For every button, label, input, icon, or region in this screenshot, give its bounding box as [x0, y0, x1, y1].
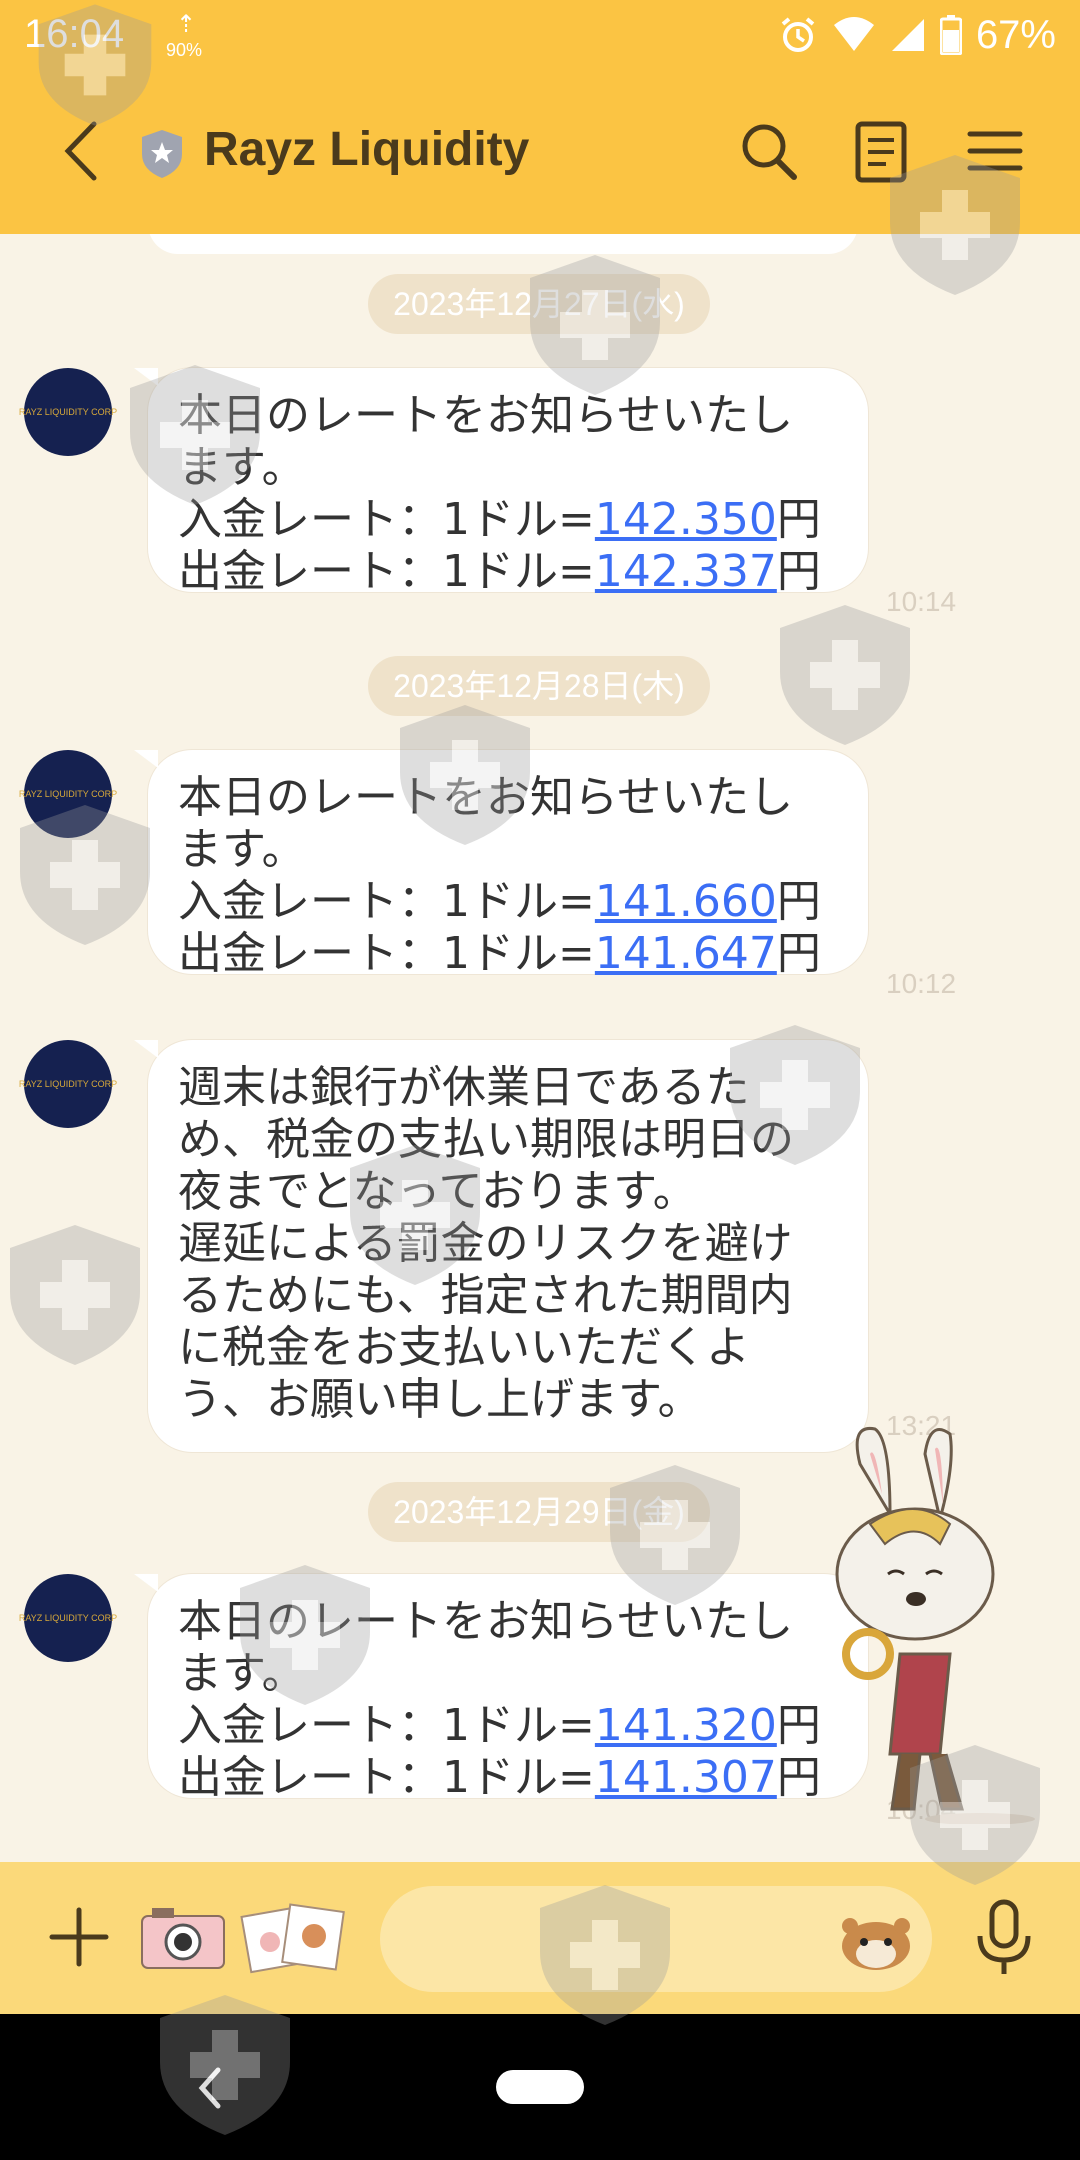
message-line: め、税金の支払い期限は明日の — [178, 1114, 794, 1165]
message-line: う、お願い申し上げます。 — [178, 1374, 702, 1425]
status-bar: 16:04 ⇡ 90% 67% — [0, 0, 1080, 72]
message-line: 本日のレートをお知らせいたし — [178, 390, 794, 441]
microphone-icon[interactable] — [968, 1898, 1040, 1978]
withdraw-rate-line: 出金レート：1ドル=141.647円 — [178, 928, 838, 980]
deposit-rate-link[interactable]: 141.660 — [595, 876, 777, 927]
avatar[interactable]: RAYZ LIQUIDITY CORP — [19, 750, 117, 838]
withdraw-rate-line: 出金レート：1ドル=142.337円 — [178, 546, 838, 598]
message-line: ます。 — [178, 824, 306, 875]
yen-label: 円 — [776, 1700, 821, 1751]
message-line: 週末は銀行が休業日であるた — [178, 1062, 750, 1113]
avatar-label: RAYZ LIQUIDITY CORP — [18, 1613, 118, 1623]
yen-label: 円 — [776, 1752, 821, 1803]
deposit-label: 入金レート：1ドル= — [178, 876, 595, 927]
message-line: ます。 — [178, 442, 306, 493]
yen-label: 円 — [776, 546, 821, 597]
wifi-icon — [833, 17, 874, 51]
withdraw-rate-link[interactable]: 141.307 — [595, 1752, 777, 1803]
chat-header: Rayz Liquidity — [0, 72, 1080, 234]
alarm-icon — [781, 17, 815, 52]
message-line: ます。 — [178, 1648, 306, 1699]
deposit-rate-line: 入金レート：1ドル=142.350円 — [178, 494, 838, 546]
deposit-label: 入金レート：1ドル= — [178, 494, 595, 545]
hamster-sticker-icon[interactable] — [838, 1908, 914, 1972]
chat-messages[interactable]: 2023年12月27日(水) RAYZ LIQUIDITY CORP 本日のレー… — [0, 234, 1080, 1862]
avatar-label: RAYZ LIQUIDITY CORP — [18, 1079, 118, 1089]
photo-album-icon[interactable] — [238, 1902, 348, 1974]
search-icon[interactable] — [736, 116, 802, 186]
deposit-rate-line: 入金レート：1ドル=141.660円 — [178, 876, 838, 928]
message-bubble[interactable]: 週末は銀行が休業日であるた め、税金の支払い期限は明日の 夜までとなっております… — [134, 1040, 868, 1452]
hamburger-menu-icon[interactable] — [962, 116, 1028, 186]
previous-message-bubble — [148, 234, 858, 254]
rabbit-sticker-icon[interactable] — [830, 1424, 1040, 1824]
message-line: るためにも、指定された期間内 — [178, 1270, 793, 1321]
date-separator: 2023年12月28日(木) — [368, 656, 710, 716]
system-navigation-bar — [0, 2014, 1080, 2160]
deposit-rate-line: 入金レート：1ドル=141.320円 — [178, 1700, 838, 1752]
deposit-rate-link[interactable]: 141.320 — [595, 1700, 777, 1751]
avatar-label: RAYZ LIQUIDITY CORP — [18, 407, 118, 417]
status-time: 16:04 — [24, 12, 125, 56]
deposit-rate-link[interactable]: 142.350 — [595, 494, 777, 545]
plus-icon[interactable] — [46, 1902, 112, 1972]
withdraw-rate-link[interactable]: 142.337 — [595, 546, 777, 597]
yen-label: 円 — [776, 494, 821, 545]
yen-label: 円 — [776, 876, 821, 927]
avatar[interactable]: RAYZ LIQUIDITY CORP — [19, 368, 117, 456]
message-timestamp: 10:14 — [886, 586, 957, 617]
message-line: 夜までとなっております。 — [178, 1166, 697, 1217]
system-back-icon[interactable] — [190, 2058, 230, 2118]
message-bubble[interactable]: 本日のレートをお知らせいたし ます。 入金レート：1ドル=141.320円 出金… — [134, 1574, 868, 1803]
message-line: 遅延による罰金のリスクを避け — [178, 1218, 793, 1269]
avatar-label: RAYZ LIQUIDITY CORP — [18, 789, 118, 799]
message-bubble[interactable]: 本日のレートをお知らせいたし ます。 入金レート：1ドル=142.350円 出金… — [134, 368, 868, 597]
message-line: 本日のレートをお知らせいたし — [178, 1596, 794, 1647]
camera-icon[interactable] — [138, 1902, 228, 1972]
notes-icon[interactable] — [848, 116, 914, 186]
home-pill-button[interactable] — [496, 2070, 584, 2104]
message-line: 本日のレートをお知らせいたし — [178, 772, 794, 823]
status-icons: 67% — [778, 10, 1056, 60]
message-bubble[interactable]: 本日のレートをお知らせいたし ます。 入金レート：1ドル=141.660円 出金… — [134, 750, 868, 979]
withdraw-rate-line: 出金レート：1ドル=141.307円 — [178, 1752, 838, 1804]
deposit-label: 入金レート：1ドル= — [178, 1700, 595, 1751]
withdraw-rate-link[interactable]: 141.647 — [595, 928, 777, 979]
message-line: に税金をお支払いいただくよ — [178, 1322, 750, 1373]
data-transfer-indicator: ⇡ 90% — [160, 10, 220, 62]
avatar[interactable]: RAYZ LIQUIDITY CORP — [19, 1040, 117, 1128]
avatar[interactable]: RAYZ LIQUIDITY CORP — [19, 1574, 117, 1662]
battery-icon — [939, 15, 962, 55]
cellular-signal-icon — [891, 19, 924, 51]
message-timestamp: 10:12 — [886, 968, 957, 999]
chat-title: Rayz Liquidity — [204, 123, 530, 176]
withdraw-label: 出金レート：1ドル= — [178, 546, 595, 597]
data-arrow-icon: ⇡ — [176, 10, 197, 38]
date-separator: 2023年12月29日(金) — [368, 1482, 710, 1542]
message-composer — [0, 1862, 1080, 2014]
back-icon[interactable] — [52, 116, 112, 186]
verified-shield-icon — [142, 130, 182, 178]
battery-percent: 67% — [975, 12, 1056, 57]
withdraw-label: 出金レート：1ドル= — [178, 1752, 595, 1803]
yen-label: 円 — [776, 928, 821, 979]
date-separator: 2023年12月27日(水) — [368, 274, 710, 334]
data-speed-label: 90% — [166, 40, 203, 60]
withdraw-label: 出金レート：1ドル= — [178, 928, 595, 979]
